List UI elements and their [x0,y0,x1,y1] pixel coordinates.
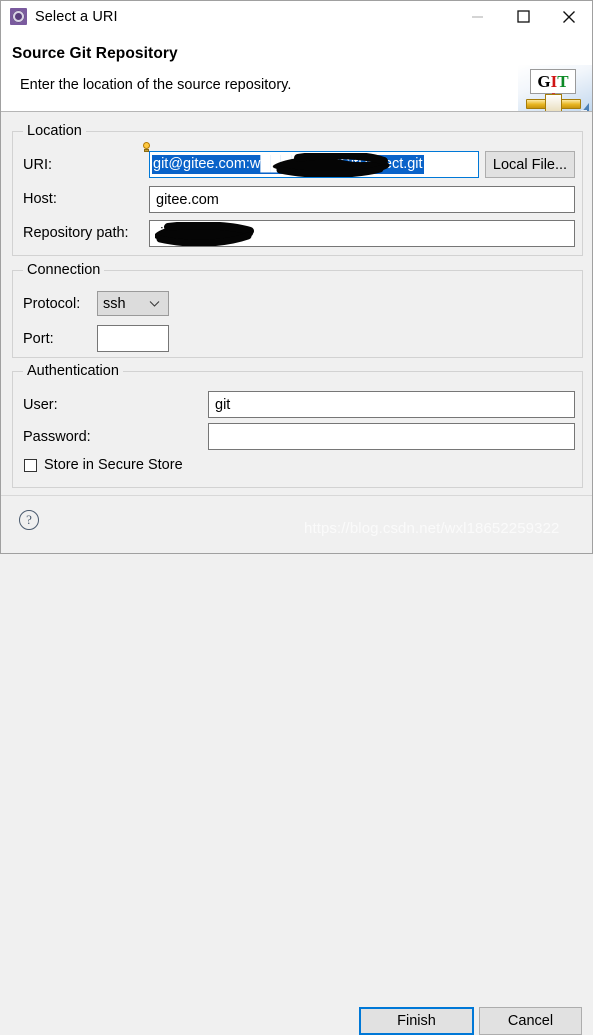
minimize-icon[interactable] [454,1,500,32]
user-input-value: git [215,396,231,413]
finish-button[interactable]: Finish [359,1007,474,1035]
user-label: User: [23,397,58,413]
password-label: Password: [23,429,91,445]
chevron-down-icon [149,300,160,307]
close-icon[interactable] [546,1,592,32]
cancel-button[interactable]: Cancel [479,1007,582,1035]
git-logo-icon: GIT [518,65,592,111]
protocol-label: Protocol: [23,296,81,312]
uri-dialog-icon [10,8,27,25]
host-input-value: gitee.com [156,191,219,208]
window-controls [454,1,592,32]
repository-path-input[interactable]: ████████ i/GitProject.git [149,220,575,247]
user-input[interactable]: git [208,391,575,418]
repository-path-label: Repository path: [23,225,129,241]
uri-label: URI: [23,157,52,173]
uri-input[interactable]: git@gitee.com:w███████i/GitProject.git [149,151,479,178]
git-logo-letter-t: T [557,72,569,91]
protocol-select-value: ssh [103,295,126,312]
dialog-footer: ? Finish Cancel [1,495,592,1035]
window-title: Select a URI [35,8,118,25]
help-icon[interactable]: ? [19,510,39,530]
select-a-uri-dialog: Select a URI Source Git Repository Enter… [0,0,593,1035]
page-description: Enter the location of the source reposit… [20,77,292,93]
page-title: Source Git Repository [12,45,178,62]
wizard-header: Source Git Repository Enter the location… [1,32,592,112]
store-in-secure-store-checkbox[interactable]: Store in Secure Store [24,457,183,473]
authentication-group-label: Authentication [23,363,123,379]
repository-path-visible-value: i/GitProject.git [160,225,251,242]
uri-input-value: git@gitee.com:w███████i/GitProject.git [152,155,424,174]
dialog-body: Location URI: git@gitee.com:w███████i/Gi… [1,112,592,495]
password-input[interactable] [208,423,575,450]
git-logo-letter-i: I [550,72,558,91]
port-input[interactable] [97,325,169,352]
connection-group-label: Connection [23,262,105,278]
local-file-button[interactable]: Local File... [485,151,575,178]
location-group-label: Location [23,123,86,139]
git-logo-letter-g: G [537,72,551,91]
title-bar: Select a URI [1,1,592,32]
store-in-secure-store-label: Store in Secure Store [44,457,183,473]
port-label: Port: [23,331,54,347]
host-input[interactable]: gitee.com [149,186,575,213]
protocol-select[interactable]: ssh [97,291,169,316]
maximize-icon[interactable] [500,1,546,32]
host-label: Host: [23,191,57,207]
checkbox-box-icon [24,458,37,472]
